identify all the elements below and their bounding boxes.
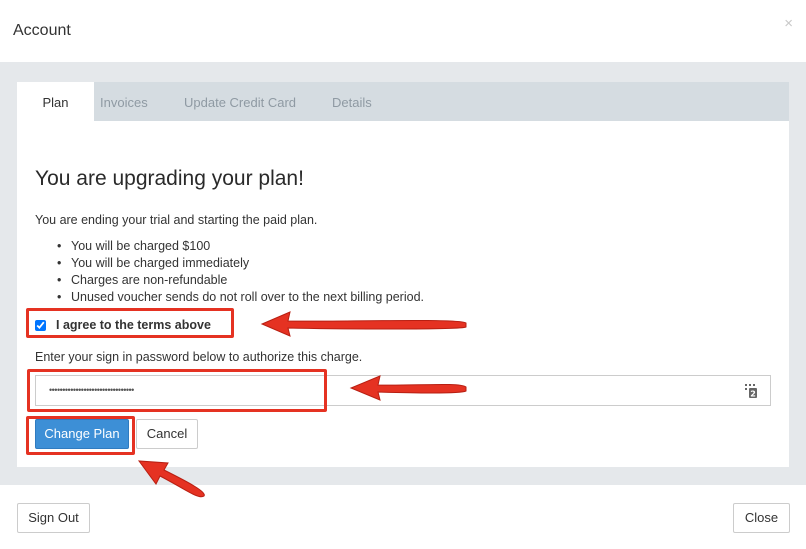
annotation-arrows: [137, 311, 467, 498]
arrow-to-change-plan-icon: [137, 460, 205, 498]
arrow-to-agree-icon: [260, 311, 467, 337]
arrow-to-password-icon: [349, 375, 467, 401]
